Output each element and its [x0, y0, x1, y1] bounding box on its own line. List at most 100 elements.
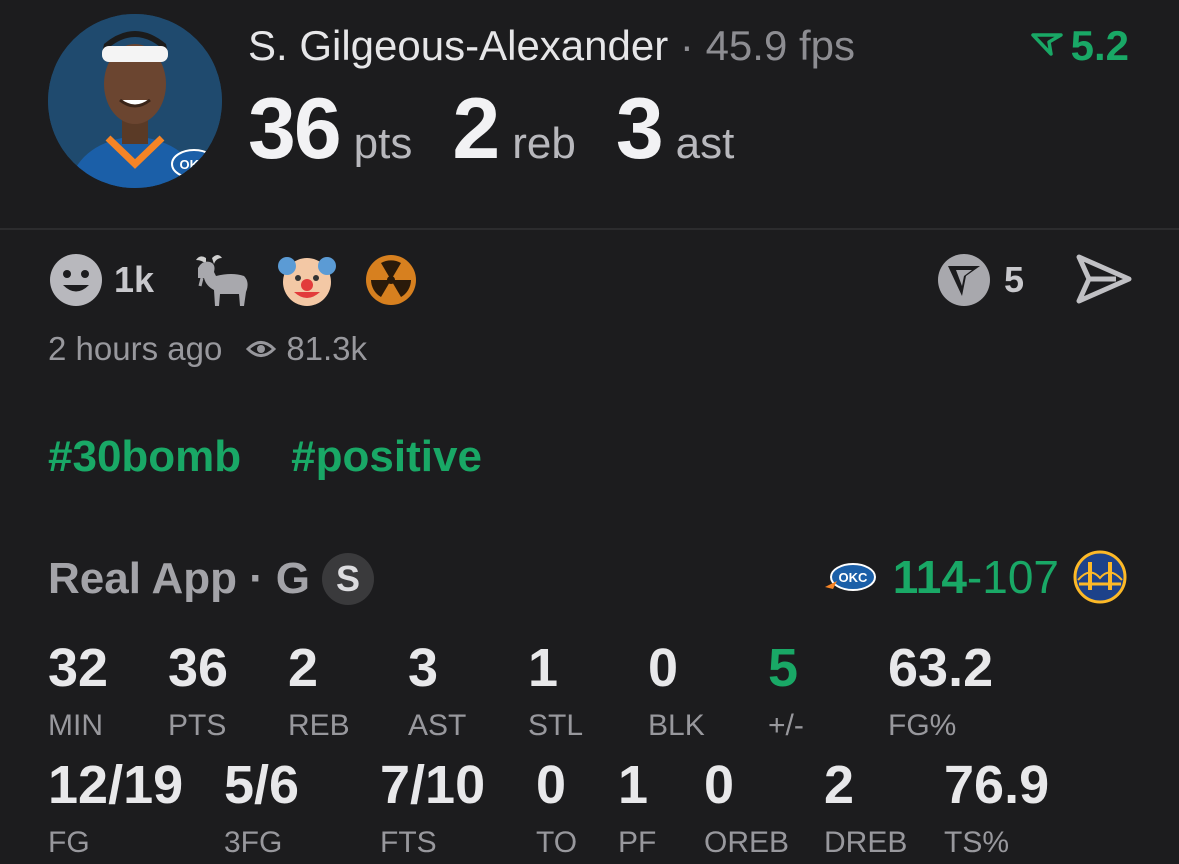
- header-divider: [0, 228, 1179, 230]
- post-meta: 2 hours ago 81.3k: [48, 330, 367, 368]
- stat-label: FG: [48, 826, 90, 859]
- stat-value: 1: [618, 755, 649, 815]
- stat-fg: 12/19 FG: [48, 758, 183, 860]
- stat-label: PTS: [168, 709, 227, 742]
- hashtag-link[interactable]: #30bomb: [48, 432, 241, 482]
- stat-pf: 1 PF: [618, 758, 656, 860]
- player-header: S. Gilgeous-Alexander · 45.9 fps: [248, 22, 855, 70]
- rebounds-unit: reb: [512, 119, 576, 168]
- smile-icon: [50, 254, 102, 306]
- game-score[interactable]: OKC 114-107: [823, 550, 1127, 604]
- stat-label: TO: [536, 826, 578, 859]
- goat-reaction-button[interactable]: [192, 252, 252, 308]
- stat-value: 2: [288, 638, 319, 698]
- stat-value: 2: [824, 755, 855, 815]
- separator-dot: ·: [679, 22, 694, 69]
- stat-value: 3: [408, 638, 439, 698]
- stat-pts: 36 PTS: [168, 641, 228, 743]
- stat-label: 3FG: [224, 826, 283, 859]
- smile-reaction-button[interactable]: 1k: [48, 252, 154, 308]
- goat-icon: [196, 255, 248, 306]
- vote-count: 5: [1004, 259, 1025, 300]
- player-position: G: [275, 554, 310, 603]
- stat-label: OREB: [704, 826, 790, 859]
- clown-reaction-button[interactable]: [278, 252, 336, 308]
- rebounds-value: 2: [452, 81, 500, 177]
- radioactive-reaction-button[interactable]: [364, 252, 418, 308]
- svg-text:OKC: OKC: [838, 570, 868, 585]
- stat-value: 32: [48, 638, 109, 698]
- eye-icon: [246, 341, 277, 357]
- stat-ast: 3 AST: [408, 641, 466, 743]
- stat-oreb: 0 OREB: [704, 758, 789, 860]
- hashtag-link[interactable]: #positive: [291, 432, 482, 482]
- stat-value: 7/10: [380, 755, 486, 815]
- summary-statline: 36 pts 2 reb 3 ast: [248, 80, 774, 179]
- stat-dreb: 2 DREB: [824, 758, 907, 860]
- view-count: 81.3k: [286, 330, 368, 367]
- s-badge: S: [321, 553, 374, 605]
- stat-label: REB: [288, 709, 350, 742]
- stat-label: TS%: [944, 826, 1010, 859]
- stat-value: 12/19: [48, 755, 184, 815]
- player-avatar[interactable]: OKC: [48, 14, 222, 188]
- stat-value: 5: [768, 638, 799, 698]
- svg-text:OKC: OKC: [180, 157, 210, 172]
- stat-label: AST: [408, 709, 467, 742]
- stat-3fg: 5/6 3FG: [224, 758, 299, 860]
- stat-blk: 0 BLK: [648, 641, 705, 743]
- stat-value: 36: [168, 638, 229, 698]
- okc-logo-icon: OKC: [824, 563, 876, 591]
- assists-unit: ast: [675, 119, 735, 168]
- points-value: 36: [248, 81, 342, 177]
- stat-reb: 2 REB: [288, 641, 350, 743]
- stat-stl: 1 STL: [528, 641, 583, 743]
- fps-value: 45.9 fps: [705, 22, 856, 69]
- stat-label: DREB: [824, 826, 908, 859]
- radioactive-icon: [366, 255, 416, 305]
- stat-value: 1: [528, 638, 559, 698]
- stat-fts: 7/10 FTS: [380, 758, 485, 860]
- stat-value: 0: [648, 638, 679, 698]
- vote-button[interactable]: 5: [936, 252, 1024, 308]
- golden-gate-bridge-logo-icon: [1073, 550, 1127, 604]
- home-score: 114: [892, 551, 967, 603]
- stat-label: +/-: [768, 709, 804, 742]
- stat-min: 32 MIN: [48, 641, 108, 743]
- share-button[interactable]: [1076, 254, 1132, 309]
- stat-value: 76.9: [944, 755, 1050, 815]
- okc-badge: OKC: [171, 149, 217, 179]
- stat-value: 0: [536, 755, 567, 815]
- away-score: 107: [982, 551, 1059, 603]
- rating[interactable]: 5.2: [1030, 22, 1129, 70]
- vote-shield-icon: [938, 254, 990, 306]
- stat-fg-pct: 63.2 FG%: [888, 641, 993, 743]
- stat-label: FTS: [380, 826, 437, 859]
- assists-value: 3: [615, 81, 664, 177]
- player-portrait-icon: OKC: [48, 14, 222, 188]
- score-separator: -: [966, 551, 983, 603]
- stat-to: 0 TO: [536, 758, 577, 860]
- post-time: 2 hours ago: [48, 330, 223, 367]
- stat-label: BLK: [648, 709, 705, 742]
- smile-count: 1k: [114, 259, 155, 300]
- player-name[interactable]: S. Gilgeous-Alexander: [248, 22, 668, 69]
- stat-label: FG%: [888, 709, 957, 742]
- rating-value: 5.2: [1070, 22, 1129, 69]
- stat-value: 0: [704, 755, 735, 815]
- stat-value: 5/6: [224, 755, 300, 815]
- game-source: Real App · G S: [48, 553, 374, 605]
- stat-label: STL: [528, 709, 584, 742]
- stat-label: PF: [618, 826, 657, 859]
- stat-label: MIN: [48, 709, 103, 742]
- source-name[interactable]: Real App: [48, 554, 237, 604]
- stat-value: 63.2: [888, 638, 994, 698]
- rating-arrow-icon: [1030, 33, 1063, 56]
- separator-dot: ·: [249, 554, 264, 603]
- points-unit: pts: [353, 119, 413, 168]
- hashtags: #30bomb #positive: [48, 432, 482, 482]
- stat-ts-pct: 76.9 TS%: [944, 758, 1049, 860]
- stat-plus-minus: 5 +/-: [768, 641, 804, 743]
- send-icon: [1076, 254, 1132, 304]
- clown-icon: [278, 257, 336, 306]
